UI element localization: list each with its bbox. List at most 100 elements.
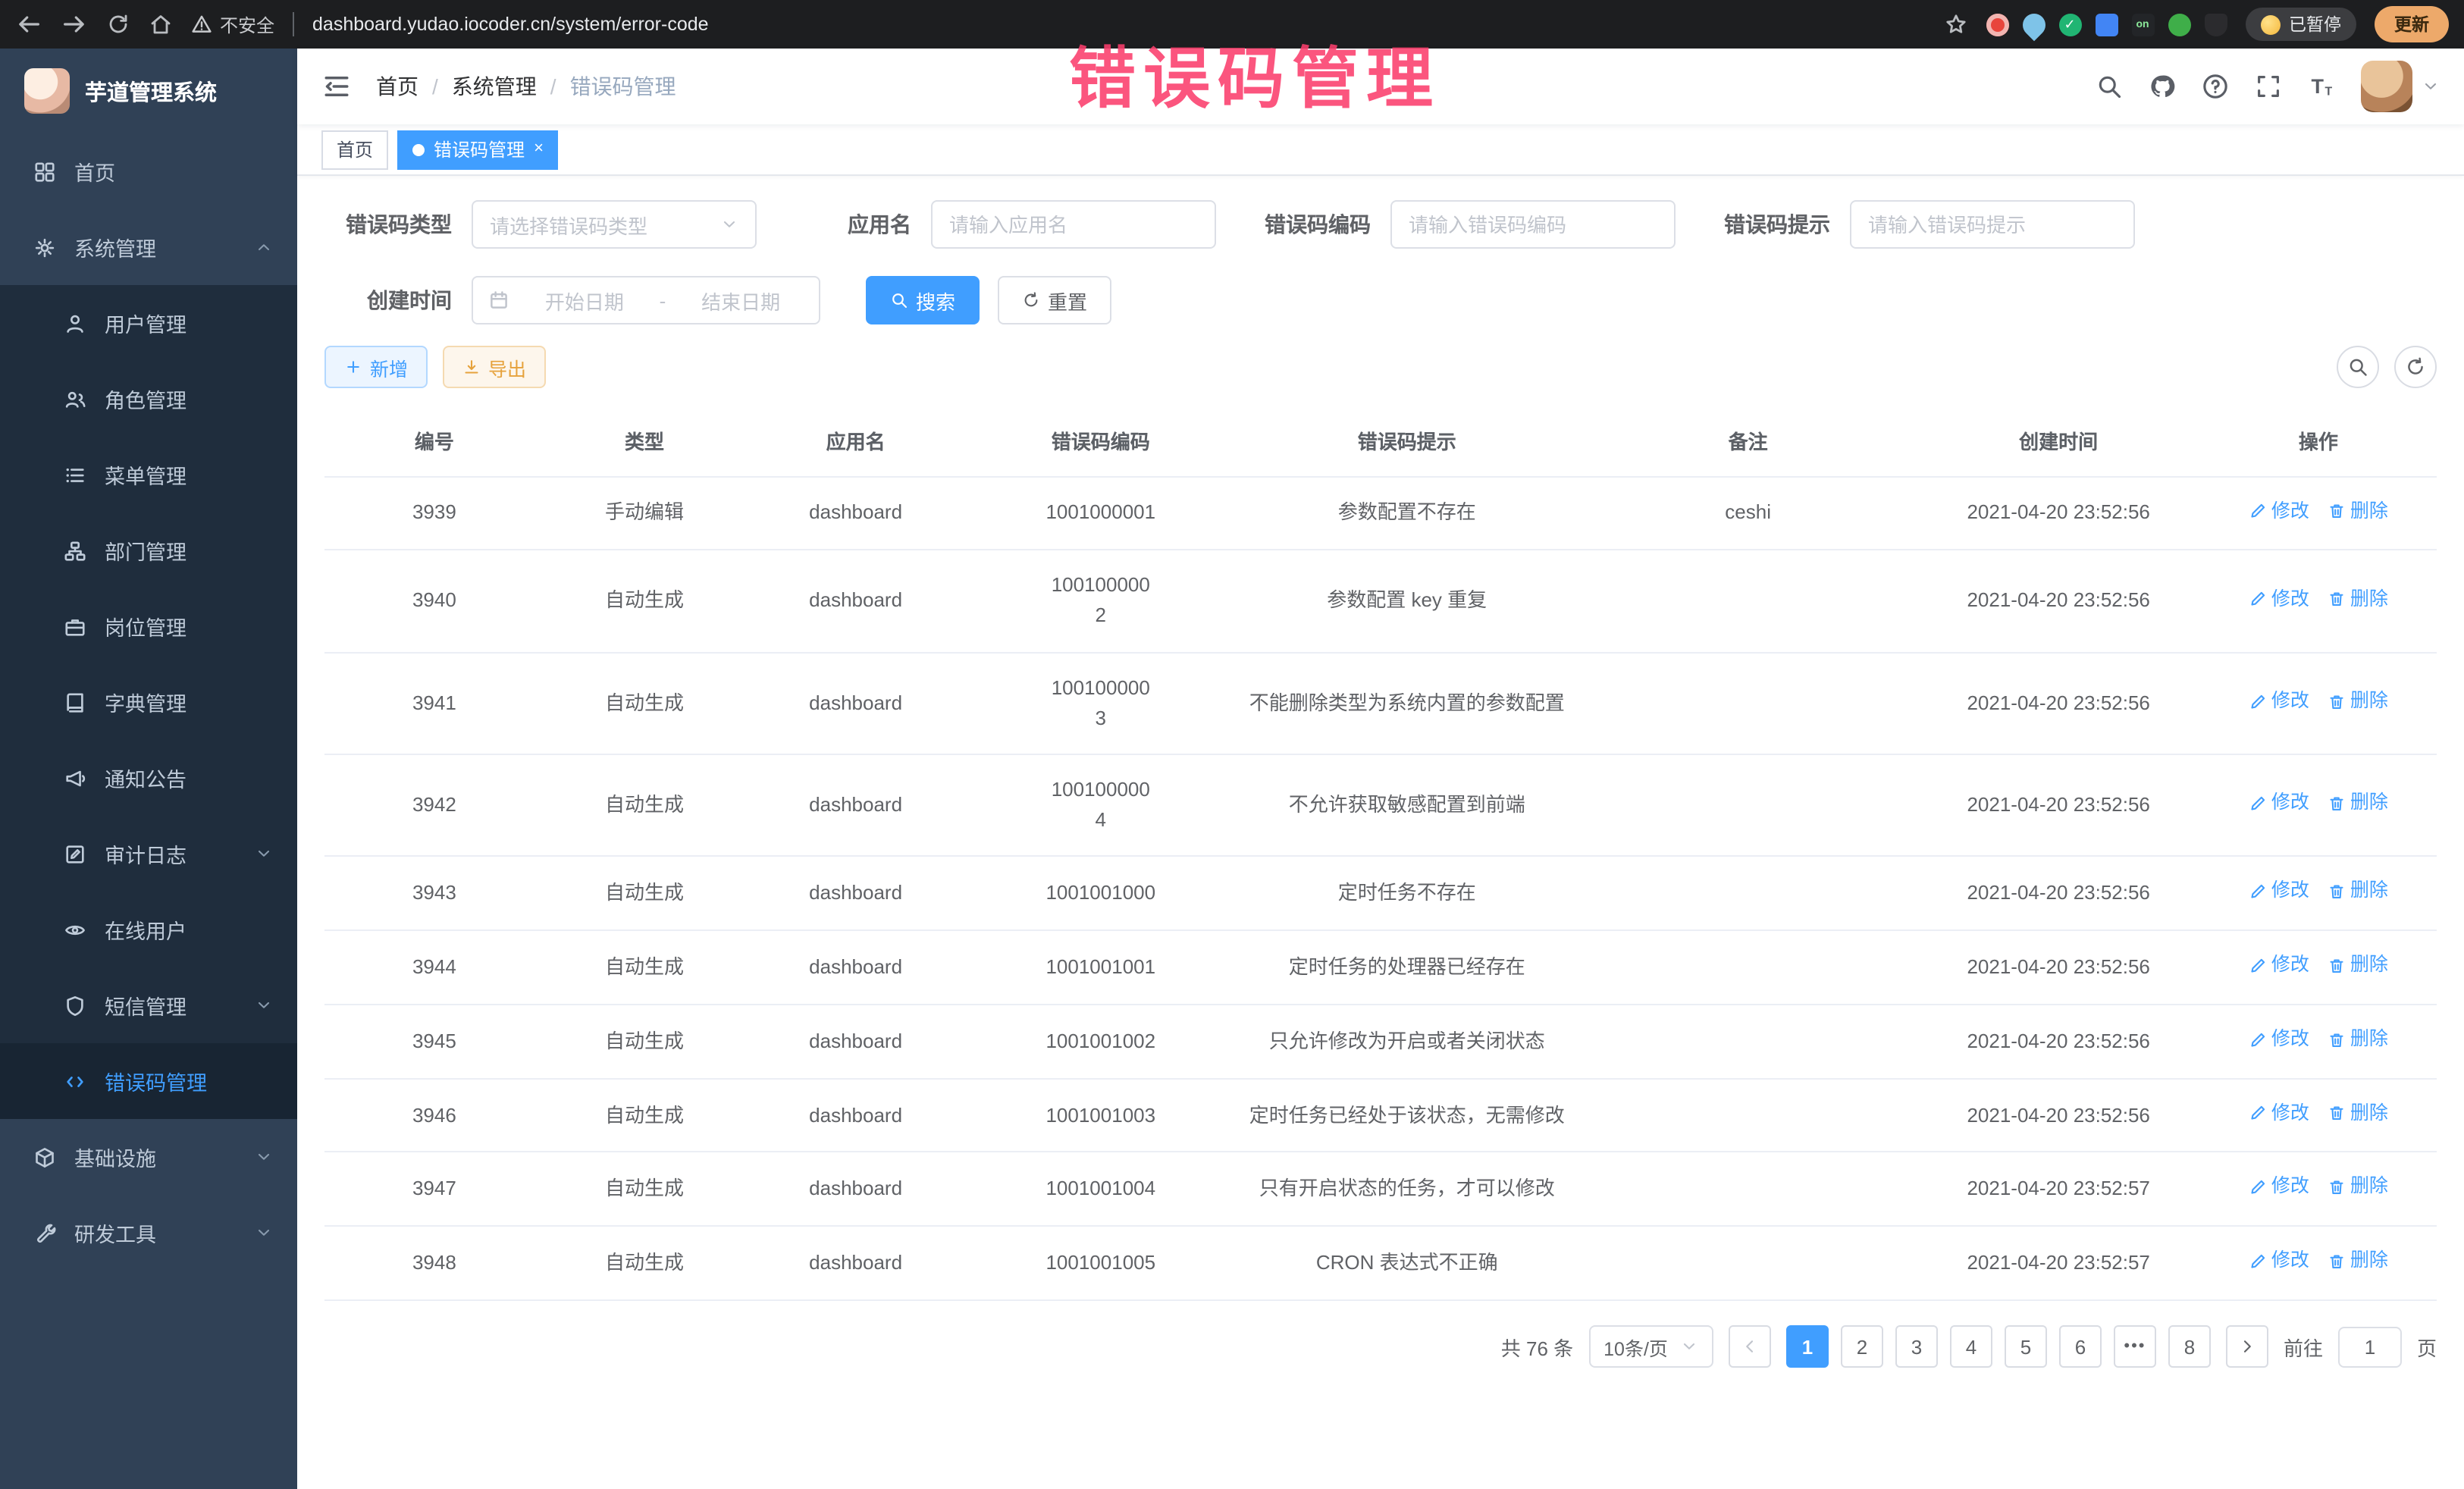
bookmark-star-icon[interactable] [1943,12,1967,36]
browser-reload-icon[interactable] [106,12,130,36]
page-button[interactable]: 6 [2059,1325,2102,1368]
fullscreen-icon[interactable] [2255,73,2282,100]
delete-link[interactable]: 删除 [2328,1173,2388,1202]
extension-icon[interactable]: ✓ [2058,13,2081,36]
edit-link[interactable]: 修改 [2249,788,2309,818]
show-search-button[interactable] [2337,346,2379,388]
edit-link[interactable]: 修改 [2249,1025,2309,1055]
sidebar-item[interactable]: 通知公告 [0,740,297,816]
delete-link[interactable]: 删除 [2328,1247,2388,1277]
page-button[interactable]: 8 [2168,1325,2211,1368]
edit-link[interactable]: 修改 [2249,497,2309,526]
breadcrumb-item[interactable]: 首页 [376,71,419,102]
tag-close-icon[interactable]: × [534,141,544,158]
help-icon[interactable] [2202,73,2229,100]
page-button[interactable]: 3 [1895,1325,1938,1368]
goto-page-input[interactable] [2338,1326,2402,1367]
update-button[interactable]: 更新 [2375,6,2449,42]
page-button[interactable]: 2 [1841,1325,1883,1368]
page-button[interactable]: 5 [2005,1325,2047,1368]
sidebar-item[interactable]: 部门管理 [0,513,297,588]
error-hint-input[interactable] [1850,200,2135,249]
error-type-select[interactable]: 请选择错误码类型 [472,200,757,249]
delete-link[interactable]: 删除 [2328,1025,2388,1055]
delete-link[interactable]: 删除 [2328,788,2388,818]
extension-icon[interactable] [2168,13,2190,36]
refresh-table-button[interactable] [2394,346,2437,388]
font-size-icon[interactable]: TT [2308,73,2335,100]
delete-link[interactable]: 删除 [2328,687,2388,716]
tag-label: 首页 [337,136,373,162]
tag-dot [412,143,425,155]
search-icon [2347,356,2368,378]
next-page-button[interactable] [2226,1325,2268,1368]
logo-row[interactable]: 芋道管理系统 [0,49,297,133]
sidebar-item[interactable]: 字典管理 [0,664,297,740]
sidebar-item[interactable]: 在线用户 [0,892,297,967]
edit-link[interactable]: 修改 [2249,876,2309,906]
page-size-select[interactable]: 10条/页 [1588,1325,1713,1368]
delete-link[interactable]: 删除 [2328,1099,2388,1128]
address-bar[interactable]: dashboard.yudao.iocoder.cn/system/error-… [312,14,1925,35]
extension-icon[interactable] [2095,13,2118,36]
page-button[interactable]: 4 [1950,1325,1992,1368]
sidebar-item[interactable]: 岗位管理 [0,588,297,664]
edit-link[interactable]: 修改 [2249,687,2309,716]
chevron-left-icon [1741,1337,1759,1356]
sidebar-item[interactable]: 用户管理 [0,285,297,361]
prev-page-button[interactable] [1729,1325,1771,1368]
cell-code: 1001000004 [967,754,1235,857]
sidebar-item[interactable]: 首页 [0,133,297,209]
export-button[interactable]: 导出 [443,346,546,388]
sidebar-item[interactable]: 菜单管理 [0,437,297,513]
github-icon[interactable] [2149,73,2176,100]
browser-back-icon[interactable] [15,11,42,38]
trash-icon [2328,692,2346,710]
chevron-right-icon [2238,1337,2256,1356]
extension-icon[interactable] [2204,13,2227,36]
edit-link[interactable]: 修改 [2249,585,2309,614]
edit-link[interactable]: 修改 [2249,1247,2309,1277]
browser-forward-icon[interactable] [61,11,88,38]
sidebar-toggle-icon[interactable] [321,71,352,102]
browser-home-icon[interactable] [149,12,173,36]
view-tag[interactable]: 错误码管理× [397,130,559,169]
sidebar-item[interactable]: 系统管理 [0,209,297,285]
delete-link[interactable]: 删除 [2328,585,2388,614]
page-more-button[interactable]: ••• [2114,1325,2156,1368]
paused-profile-badge[interactable]: 已暂停 [2245,8,2356,41]
delete-link[interactable]: 删除 [2328,497,2388,526]
error-code-input[interactable] [1390,200,1676,249]
view-tag[interactable]: 首页 [321,130,388,169]
edit-link[interactable]: 修改 [2249,1099,2309,1128]
sidebar-item[interactable]: 研发工具 [0,1195,297,1271]
search-button[interactable]: 搜索 [866,276,980,324]
search-icon[interactable] [2096,73,2123,100]
cell-actions: 修改删除 [2200,856,2437,930]
sidebar-item[interactable]: 基础设施 [0,1119,297,1195]
cell-code: 1001001001 [967,930,1235,1005]
page-button[interactable]: 1 [1786,1325,1829,1368]
security-label[interactable]: 不安全 [191,11,274,37]
extension-icon[interactable] [2017,8,2049,40]
sidebar-item[interactable]: 短信管理 [0,967,297,1043]
date-range-picker[interactable]: 开始日期 - 结束日期 [472,276,820,324]
edit-link[interactable]: 修改 [2249,1173,2309,1202]
app-name-input[interactable] [931,200,1216,249]
reset-button[interactable]: 重置 [998,276,1111,324]
sidebar-item[interactable]: 角色管理 [0,361,297,437]
sidebar-item[interactable]: 审计日志 [0,816,297,892]
cell-created: 2021-04-20 23:52:56 [1917,856,2200,930]
plus-icon [344,358,362,376]
cell-id: 3939 [324,476,544,550]
extension-icon[interactable]: on [2131,13,2154,36]
delete-link[interactable]: 删除 [2328,876,2388,906]
online-icon [64,918,86,941]
add-button[interactable]: 新增 [324,346,428,388]
breadcrumb-item[interactable]: 系统管理 [452,71,537,102]
delete-link[interactable]: 删除 [2328,951,2388,980]
extension-icon[interactable] [1986,13,2008,36]
edit-link[interactable]: 修改 [2249,951,2309,980]
sidebar-item[interactable]: 错误码管理 [0,1043,297,1119]
user-menu[interactable] [2361,61,2440,112]
